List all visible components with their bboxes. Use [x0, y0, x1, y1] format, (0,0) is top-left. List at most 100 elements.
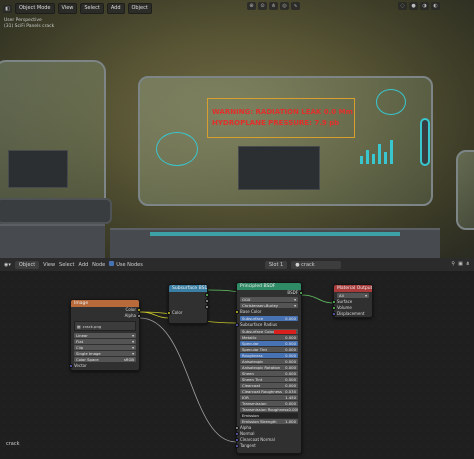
- principled-value-field[interactable]: IOR 1.450: [240, 395, 298, 400]
- subsurface-color-socket[interactable]: [167, 311, 171, 315]
- principled-value-field[interactable]: Subsurface 0.000: [240, 316, 298, 321]
- link-bsdf-to-surface: [301, 294, 336, 304]
- material-footer-label: crack: [6, 441, 20, 447]
- principled-value-field[interactable]: Roughness 0.500: [240, 353, 298, 358]
- principled-value-field[interactable]: Transmission Roughness0.000: [240, 407, 298, 412]
- source-select[interactable]: Single Image ▾: [74, 351, 136, 356]
- input-socket[interactable]: [235, 323, 239, 327]
- subsurface-node-title: Subsurface BSDF: [169, 285, 207, 292]
- input-socket[interactable]: [235, 426, 239, 430]
- subsurface-method-select[interactable]: Christensen-Burley ▾: [240, 303, 298, 308]
- principled-value-field[interactable]: Anisotropic 0.000: [240, 359, 298, 364]
- interpolation-select[interactable]: Linear ▾: [74, 333, 136, 338]
- field-label: Specular Tint: [242, 347, 267, 352]
- principled-value-field[interactable]: Transmission 0.000: [240, 401, 298, 406]
- distribution-value: GGX: [242, 297, 251, 302]
- menu-view[interactable]: View: [43, 262, 55, 268]
- input-socket[interactable]: [235, 444, 239, 448]
- principled-value-field[interactable]: Specular 0.500: [240, 341, 298, 346]
- principled-bsdf-node[interactable]: Principled BSDF BSDF GGX ▾ Christensen-Bu…: [235, 282, 303, 454]
- mode-select[interactable]: Object Mode: [15, 3, 55, 14]
- menu-select[interactable]: Select: [59, 262, 74, 268]
- field-label: Specular: [242, 341, 259, 346]
- field-value: 0.000: [285, 359, 296, 364]
- principled-value-field[interactable]: Anisotropic Rotation 0.000: [240, 365, 298, 370]
- editor-type-icon[interactable]: ◉▾: [4, 262, 11, 268]
- subsurface-output-socket-3[interactable]: [205, 305, 209, 309]
- left-console: [0, 198, 112, 224]
- input-label: Base Color: [240, 309, 262, 314]
- object-info: (31) SciFi Panels crack: [4, 24, 55, 29]
- field-label: Roughness: [242, 353, 263, 358]
- field-label: Sheen Tint: [242, 377, 263, 382]
- menu-add[interactable]: Add: [78, 262, 88, 268]
- image-texture-node[interactable]: Image Color Alpha ▦ crack.png Linear ▾ Fla…: [69, 299, 141, 371]
- slot-select[interactable]: Slot 1: [264, 260, 288, 269]
- field-label: IOR: [242, 395, 249, 400]
- principled-value-field[interactable]: Metallic 0.000: [240, 335, 298, 340]
- extension-value: Clip: [76, 345, 84, 350]
- volume-input-socket[interactable]: [332, 306, 336, 310]
- menu-add[interactable]: Add: [106, 3, 125, 14]
- left-desk: [0, 224, 105, 258]
- source-value: Single Image: [76, 351, 101, 356]
- principled-value-field[interactable]: Clearcoat 0.000: [240, 383, 298, 388]
- field-value: 0.000: [285, 347, 296, 352]
- menu-node[interactable]: Node: [92, 262, 105, 268]
- material-select[interactable]: ● crack: [291, 260, 342, 269]
- extension-select[interactable]: Clip ▾: [74, 345, 136, 350]
- input-socket[interactable]: [235, 432, 239, 436]
- bsdf-output: BSDF: [237, 290, 303, 296]
- use-nodes-toggle[interactable]: Use Nodes: [109, 261, 143, 268]
- principled-value-field[interactable]: Subsurface Color: [240, 329, 298, 334]
- editor-type-icon[interactable]: ◧: [3, 4, 12, 13]
- material-output-node[interactable]: Material Output All ▾ Surface Volume Disp…: [332, 284, 373, 318]
- image-selector[interactable]: ▦ crack.png: [74, 321, 136, 331]
- principled-node-title: Principled BSDF: [237, 283, 301, 290]
- surface-input-socket[interactable]: [332, 300, 336, 304]
- input-socket[interactable]: [235, 310, 239, 314]
- principled-value-field[interactable]: Specular Tint 0.000: [240, 347, 298, 352]
- pin-icon[interactable]: ⚲: [451, 261, 455, 267]
- subsurface-output-socket-2[interactable]: [205, 299, 209, 303]
- field-value: 1.450: [285, 395, 296, 400]
- snap-icon[interactable]: ⋔: [466, 261, 470, 267]
- overlay-icon[interactable]: ▣: [458, 261, 463, 267]
- principled-value-field[interactable]: Emission Strength 1.000: [240, 419, 298, 424]
- viewport-header: ◧ Object Mode View Select Add Object: [0, 0, 474, 17]
- color-swatch[interactable]: [274, 329, 296, 334]
- menu-view[interactable]: View: [57, 3, 78, 14]
- subsurface-color-label: Color: [172, 310, 183, 315]
- projection-select[interactable]: Flat ▾: [74, 339, 136, 344]
- object-select[interactable]: Object: [14, 260, 40, 269]
- principled-value-field[interactable]: Sheen Tint 0.500: [240, 377, 298, 382]
- chevron-down-icon: ▾: [294, 297, 296, 302]
- color-output-socket[interactable]: [137, 308, 141, 312]
- input-socket[interactable]: [235, 438, 239, 442]
- interpolation-value: Linear: [76, 333, 88, 338]
- subsurface-color-input: Color: [167, 310, 207, 316]
- bsdf-output-socket[interactable]: [299, 291, 303, 295]
- displacement-input-socket[interactable]: [332, 312, 336, 316]
- subsurface-output-socket[interactable]: [205, 293, 209, 297]
- field-label: Metallic: [242, 335, 257, 340]
- principled-value-field[interactable]: Emission: [240, 413, 298, 418]
- target-select[interactable]: All ▾: [337, 293, 369, 298]
- alpha-output-socket[interactable]: [137, 314, 141, 318]
- chevron-down-icon: ▾: [294, 303, 296, 308]
- menu-object[interactable]: Object: [127, 3, 152, 14]
- principled-value-field[interactable]: Clearcoat Roughness 0.030: [240, 389, 298, 394]
- distribution-select[interactable]: GGX ▾: [240, 297, 298, 302]
- target-value: All: [339, 293, 344, 298]
- color-output-label: Color: [125, 307, 136, 312]
- menu-select[interactable]: Select: [80, 3, 104, 14]
- subsurface-node[interactable]: Subsurface BSDF Color: [167, 284, 209, 324]
- 3d-viewport[interactable]: WARNING: RADIATION LEAK 0.0 Mm HYDROPLAN…: [0, 0, 474, 258]
- principled-value-field[interactable]: Sheen 0.000: [240, 371, 298, 376]
- field-value: 0.030: [285, 389, 296, 394]
- vector-input-socket[interactable]: [69, 364, 73, 368]
- shader-editor[interactable]: ◉▾ Object View Select Add Node Use Nodes…: [0, 258, 474, 459]
- field-value: 0.000: [285, 335, 296, 340]
- radar-hologram: [156, 132, 198, 166]
- color-space-select[interactable]: Color Space sRGB: [74, 357, 136, 362]
